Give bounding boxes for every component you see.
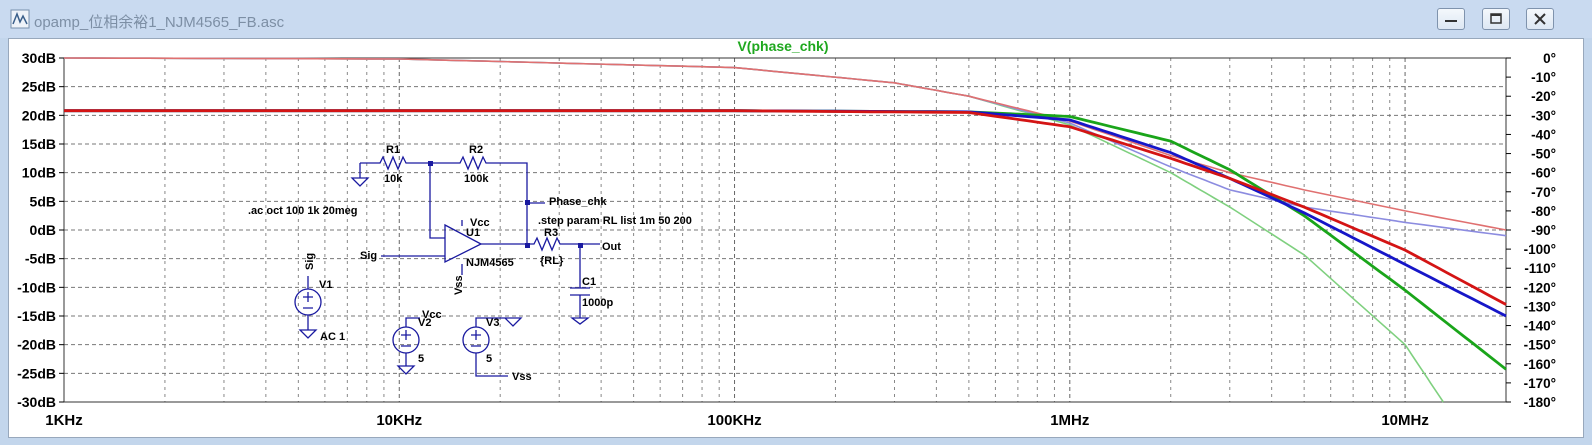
- right-axis-tick-label: -160°: [1524, 357, 1556, 372]
- app-window: opamp_位相余裕1_NJM4565_FB.asc 30dB 25dB 20dB 1…: [0, 0, 1592, 445]
- v2-value: 5: [418, 353, 424, 365]
- right-axis-tick-label: -180°: [1524, 395, 1556, 410]
- right-axis-tick-label: -130°: [1524, 299, 1556, 314]
- right-axis-tick-label: -50°: [1531, 147, 1556, 162]
- left-axis-tick-label: 25dB: [22, 79, 56, 95]
- out-net-label: Out: [602, 241, 621, 253]
- left-axis-tick-label: 10dB: [22, 165, 56, 181]
- right-axis-tick-label: -60°: [1531, 166, 1556, 181]
- v1-value: AC 1: [320, 331, 345, 343]
- x-axis-tick-label: 100KHz: [707, 412, 761, 429]
- v3-value: 5: [486, 353, 492, 365]
- right-axis-tick-label: -70°: [1531, 185, 1556, 200]
- c1-value: 1000p: [582, 297, 613, 309]
- right-axis-tick-label: 0°: [1543, 51, 1556, 66]
- x-axis-tick-label: 10KHz: [376, 412, 422, 429]
- u1-part: NJM4565: [466, 257, 514, 269]
- feedback-wire: [429, 163, 445, 239]
- left-axis-tick-label: -30dB: [17, 394, 56, 410]
- x-axis-tick-label: 10MHz: [1381, 412, 1429, 429]
- right-axis-tick-label: -110°: [1524, 261, 1556, 276]
- right-axis-tick-label: -100°: [1524, 242, 1556, 257]
- left-axis-tick-label: -10dB: [17, 279, 56, 295]
- x-axis-tick-label: 1KHz: [45, 412, 83, 429]
- phase-net-label: Phase_chk: [549, 196, 607, 208]
- right-axis-tick-label: -170°: [1524, 376, 1556, 391]
- left-axis-tick-label: -25dB: [17, 365, 56, 381]
- left-axis-tick-label: 0dB: [30, 222, 56, 238]
- schematic-labels: R1 10k R2 100k Phase_chk .ac oct 100 1k …: [248, 144, 692, 383]
- r1-name: R1: [386, 144, 400, 156]
- left-axis-tick-label: -20dB: [17, 337, 56, 353]
- left-axis-tick-label: 5dB: [30, 193, 56, 209]
- ac-directive: .ac oct 100 1k 20meg: [248, 205, 357, 217]
- x-axis-ticks: 1KHz 10KHz 100KHz 1MHz 10MHz: [45, 412, 1429, 429]
- magnitude-trace-0: [64, 109, 1507, 371]
- left-axis-tick-label: -5dB: [25, 251, 56, 267]
- right-axis-tick-label: -90°: [1531, 223, 1556, 238]
- u1-vss-label: Vss: [453, 275, 465, 295]
- r1-value: 10k: [384, 173, 403, 185]
- waveform-plot[interactable]: 30dB 25dB 20dB 15dB 10dB 5dB 0dB -5dB -10dB -15dB…: [0, 0, 1592, 445]
- r3-value: {RL}: [540, 255, 564, 267]
- c1-name: C1: [582, 276, 596, 288]
- right-axis-tick-label: -150°: [1524, 338, 1556, 353]
- vss-net-label: Vss: [512, 371, 532, 383]
- r3-name: R3: [544, 227, 558, 239]
- r2-value: 100k: [464, 173, 489, 185]
- right-axis-tick-label: -30°: [1531, 108, 1556, 123]
- u1-name: U1: [466, 227, 480, 239]
- left-axis-tick-label: 15dB: [22, 136, 56, 152]
- r2-name: R2: [469, 144, 483, 156]
- v1-name: V1: [319, 279, 332, 291]
- v2-name: V2: [418, 317, 431, 329]
- trace-title[interactable]: V(phase_chk): [737, 38, 828, 54]
- left-axis-tick-label: 20dB: [22, 107, 56, 123]
- left-axis-tick-label: -15dB: [17, 308, 56, 324]
- right-axis-tick-label: -40°: [1531, 127, 1556, 142]
- right-axis-tick-label: -10°: [1531, 70, 1556, 85]
- right-axis-tick-label: -140°: [1524, 319, 1556, 334]
- left-axis-tick-label: 30dB: [22, 50, 56, 66]
- sig-net-label: Sig: [360, 250, 377, 262]
- right-axis-tick-label: -80°: [1531, 204, 1556, 219]
- step-directive: .step param RL list 1m 50 200: [538, 215, 692, 227]
- right-axis-tick-label: -120°: [1524, 280, 1556, 295]
- ground-symbol: [350, 163, 370, 187]
- right-axis-tick-label: -20°: [1531, 89, 1556, 104]
- left-axis-ticks: 30dB 25dB 20dB 15dB 10dB 5dB 0dB -5dB -10dB -15dB…: [17, 50, 64, 410]
- r1-resistor: [360, 155, 430, 171]
- v3-name: V3: [486, 317, 499, 329]
- x-axis-tick-label: 1MHz: [1050, 412, 1089, 429]
- right-axis-ticks: 0° -10° -20° -30° -40° -50° -60° -70° -80° -90° -1…: [1506, 51, 1556, 410]
- sig-pin-label: Sig: [304, 253, 316, 270]
